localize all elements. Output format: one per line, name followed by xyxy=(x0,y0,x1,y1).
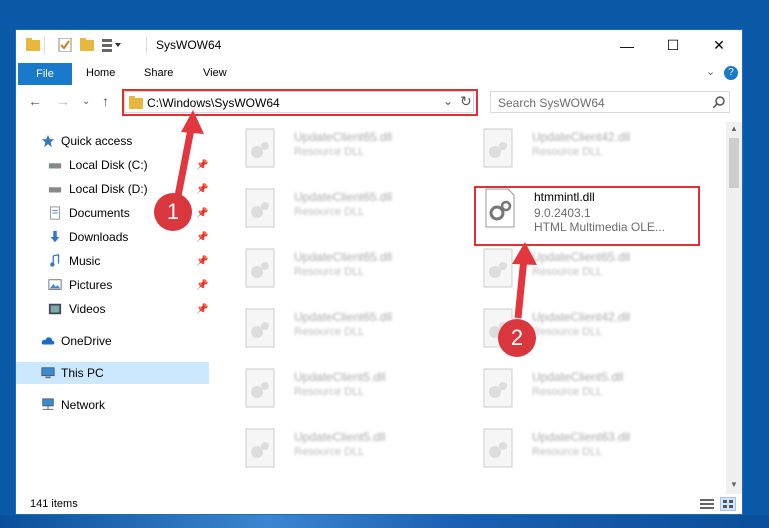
arrow-2 xyxy=(514,257,528,319)
arrow-1 xyxy=(174,123,196,197)
arrowhead-1 xyxy=(181,110,204,134)
arrowhead-2 xyxy=(512,242,537,265)
step-1-badge: 1 xyxy=(154,193,192,231)
step-2-badge: 2 xyxy=(498,319,536,357)
annotation-arrows xyxy=(174,110,537,319)
